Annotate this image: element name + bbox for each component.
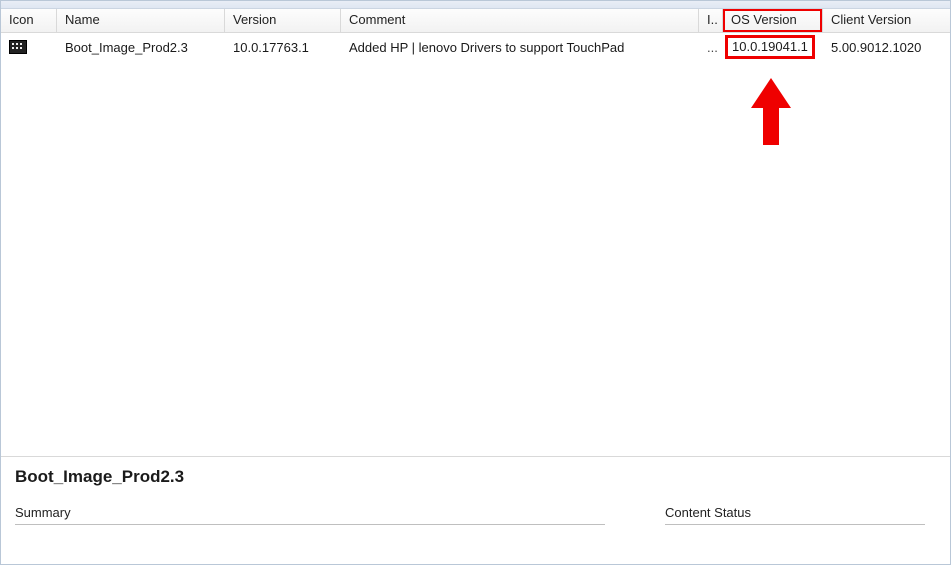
cell-client-version: 5.00.9012.1020 [823,40,943,55]
cell-image: ... [699,40,723,55]
column-header-image[interactable]: I.. [699,9,723,32]
column-header-row: Icon Name Version Comment I.. OS Version… [1,9,950,33]
column-header-version[interactable]: Version [225,9,341,32]
app-window: Icon Name Version Comment I.. OS Version… [0,0,951,565]
section-summary[interactable]: Summary [15,505,605,525]
boot-image-icon [9,40,27,54]
cell-icon [1,40,57,54]
table-row[interactable]: Boot_Image_Prod2.3 10.0.17763.1 Added HP… [1,33,950,61]
section-summary-header: Summary [15,505,605,525]
cell-os-version: 10.0.19041.1 [723,35,823,59]
column-header-os-version[interactable]: OS Version [723,9,823,32]
section-content-status-header: Content Status [665,505,925,525]
column-header-name[interactable]: Name [57,9,225,32]
detail-pane: Boot_Image_Prod2.3 Summary Content Statu… [1,456,950,564]
cell-os-version-value: 10.0.19041.1 [732,39,808,54]
column-header-client-version[interactable]: Client Version [823,9,943,32]
section-content-status[interactable]: Content Status [665,505,925,525]
column-header-icon[interactable]: Icon [1,9,57,32]
detail-title: Boot_Image_Prod2.3 [15,467,936,487]
column-header-comment[interactable]: Comment [341,9,699,32]
cell-name: Boot_Image_Prod2.3 [57,40,225,55]
window-titlebar-strip [1,1,950,9]
column-header-os-version-label: OS Version [731,12,797,27]
detail-sections: Summary Content Status [15,505,936,525]
data-grid[interactable]: Boot_Image_Prod2.3 10.0.17763.1 Added HP… [1,33,950,456]
cell-comment: Added HP | lenovo Drivers to support Tou… [341,40,699,55]
annotation-highlight-cell: 10.0.19041.1 [725,35,815,59]
cell-version: 10.0.17763.1 [225,40,341,55]
